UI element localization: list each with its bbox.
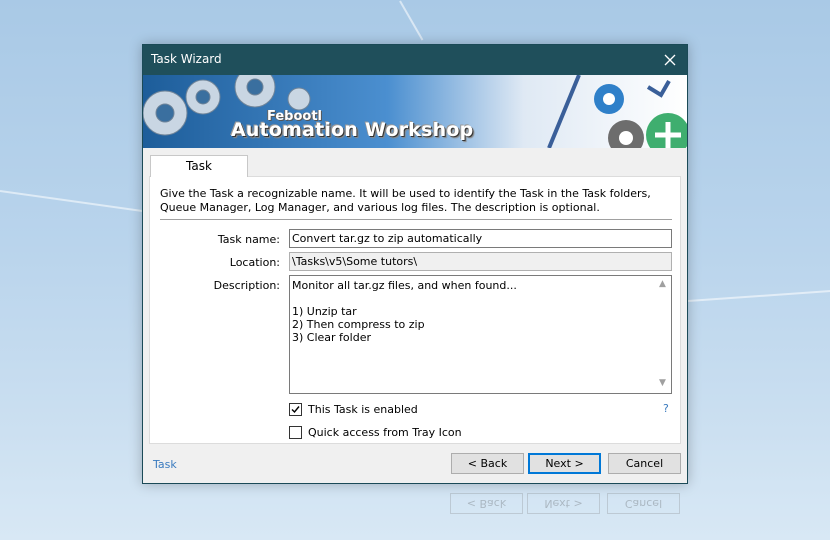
enabled-label: This Task is enabled <box>308 402 418 416</box>
product-name: Automation Workshop <box>231 119 474 141</box>
task-name-label: Task name: <box>217 233 280 246</box>
wallpaper-streak <box>687 289 830 302</box>
wallpaper-streak <box>0 190 149 213</box>
title-bar[interactable]: Task Wizard <box>143 45 687 75</box>
back-button[interactable]: < Back <box>451 453 524 474</box>
task-name-input[interactable]: Convert tar.gz to zip automatically <box>289 229 672 248</box>
close-icon <box>664 54 676 66</box>
next-button[interactable]: Next > <box>528 453 601 474</box>
scroll-up-icon[interactable]: ▲ <box>659 279 666 289</box>
window-reflection: < Back Next > Cancel <box>142 485 688 540</box>
window-title: Task Wizard <box>151 52 222 66</box>
tray-checkbox[interactable] <box>289 425 302 439</box>
divider <box>160 219 672 220</box>
cancel-button[interactable]: Cancel <box>608 453 681 474</box>
back-button-reflection: < Back <box>450 493 523 514</box>
description-text: Monitor all tar.gz files, and when found… <box>292 279 517 344</box>
checkmark-icon <box>291 405 300 413</box>
location-field: \Tasks\v5\Some tutors\ <box>289 252 672 271</box>
scroll-down-icon[interactable]: ▼ <box>659 378 666 388</box>
cancel-button-reflection: Cancel <box>607 493 680 514</box>
close-button[interactable] <box>653 45 687 75</box>
footer-section-label: Task <box>153 458 177 471</box>
help-icon[interactable]: ? <box>663 402 669 415</box>
tray-checkbox-row[interactable]: Quick access from Tray Icon <box>289 425 462 439</box>
description-label: Description: <box>213 279 280 292</box>
tray-label: Quick access from Tray Icon <box>308 425 462 439</box>
description-textarea[interactable]: Monitor all tar.gz files, and when found… <box>289 275 672 394</box>
tab-task[interactable]: Task <box>150 155 248 177</box>
enabled-checkbox-row[interactable]: This Task is enabled <box>289 402 418 416</box>
description-scrollbar[interactable]: ▲ ▼ <box>656 276 671 393</box>
task-wizard-window: Task Wizard Febootl Automation Workshop … <box>142 44 688 484</box>
enabled-checkbox[interactable] <box>289 402 302 416</box>
next-button-reflection: Next > <box>527 493 600 514</box>
product-banner: Febootl Automation Workshop <box>143 75 687 148</box>
task-panel: Give the Task a recognizable name. It wi… <box>149 176 681 444</box>
intro-text: Give the Task a recognizable name. It wi… <box>160 187 651 214</box>
location-label: Location: <box>229 256 280 269</box>
wallpaper-streak <box>399 0 424 41</box>
